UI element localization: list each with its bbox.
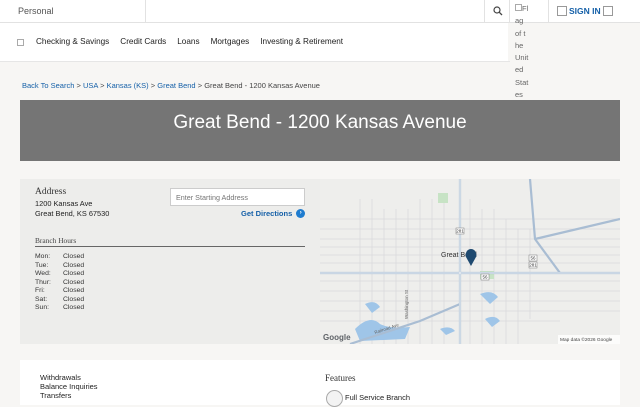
hours-row: Fri: Closed [35,287,84,294]
breadcrumb-separator: > [197,81,203,90]
hours-value: Closed [63,261,85,269]
hours-day: Sun: [35,304,49,311]
broken-image-icon [602,6,613,16]
broken-image-icon [557,6,567,16]
breadcrumb-separator: > [76,81,81,90]
map-canvas[interactable]: 281 56 281 56 Great Bend Washington St R… [320,179,620,344]
branch-info-card: Address 1200 Kansas Ave Great Bend, KS 6… [20,179,320,344]
hours-day: Sat: [35,295,48,303]
sign-in-button[interactable]: SIGN IN [557,6,613,16]
nav-divider [0,61,510,62]
nav-item-loans[interactable]: Loans [177,37,199,46]
hours-row: Tue: Closed [35,262,84,269]
hours-value: Closed [63,304,85,311]
route-label-56b: 56 [482,275,488,280]
get-directions-link[interactable]: Get Directions › [241,209,306,218]
route-label-281: 281 [456,229,464,234]
breadcrumb-kansas[interactable]: Kansas (KS) [107,81,149,90]
search-button[interactable] [484,0,510,23]
search-icon [493,6,503,16]
breadcrumb-great-bend[interactable]: Great Bend [157,81,195,90]
divider [145,0,146,23]
route-label-56: 56 [530,256,536,261]
hours-value: Closed [63,270,85,277]
hours-day: Wed: [35,270,51,277]
main-nav: Checking & Savings Credit Cards Loans Mo… [0,23,508,61]
service-item: Balance Inquiries [40,382,98,391]
hours-row: Sat: Closed [35,296,84,303]
starting-address-input[interactable] [170,188,305,206]
divider [35,246,305,247]
map-street-label: Washington St [404,289,409,319]
hours-row: Thur: Closed [35,279,84,286]
hours-row: Sun: Closed [35,304,84,311]
divider [548,0,549,23]
map-credit[interactable]: Map data ©2026 Google [560,336,613,343]
page-title: Great Bend - 1200 Kansas Avenue [173,112,467,133]
sign-in-label: SIGN IN [569,6,601,16]
breadcrumb-separator: > [150,81,156,90]
address-city: Great Bend, KS 67530 [35,209,110,218]
branch-hours-heading: Branch Hours [35,236,77,245]
nav-menu: Checking & Savings Credit Cards Loans Mo… [36,37,343,46]
get-directions-label: Get Directions [241,209,293,218]
top-utility-bar: Personal SIGN IN [0,0,640,23]
nav-item-investing-retirement[interactable]: Investing & Retirement [260,37,343,46]
hours-value: Closed [63,278,85,286]
nav-item-checking-savings[interactable]: Checking & Savings [36,37,109,46]
arrow-right-icon: › [296,209,306,218]
hours-day: Mon: [35,253,51,260]
hours-day: Thur: [35,278,51,286]
service-item: Withdrawals [40,373,81,382]
feature-item: Full Service Branch [345,393,411,402]
hours-row: Mon: Closed [35,253,84,260]
hours-day: Fri: [35,287,45,294]
nav-item-mortgages[interactable]: Mortgages [211,37,250,46]
bank-building-icon [326,390,343,407]
branch-map[interactable]: 281 56 281 56 Great Bend Washington St R… [320,179,620,344]
page-title-banner: Great Bend - 1200 Kansas Avenue [20,100,620,161]
breadcrumb-usa[interactable]: USA [83,81,98,90]
breadcrumb-separator: > [100,81,105,90]
address-heading: Address [35,187,67,197]
breadcrumb: Back To Search > USA > Kansas (KS) > Gre… [22,81,320,90]
hours-day: Tue: [35,261,49,269]
google-logo[interactable]: Google [323,333,351,342]
hours-row: Wed: Closed [35,270,84,277]
features-heading: Features [325,373,356,383]
hours-value: Closed [63,287,85,294]
broken-image-icon [515,4,522,11]
services-features-card: Withdrawals Balance Inquiries Transfers … [20,360,620,407]
hours-value: Closed [63,253,85,260]
breadcrumb-back-to-search[interactable]: Back To Search [22,81,74,90]
route-label-281b: 281 [529,263,537,268]
logo-broken-image-icon[interactable] [17,39,24,46]
personal-tab[interactable]: Personal [18,6,54,16]
service-item: Transfers [40,391,72,400]
hours-value: Closed [63,295,85,303]
address-street: 1200 Kansas Ave [35,199,93,208]
breadcrumb-current: Great Bend - 1200 Kansas Avenue [204,81,320,90]
nav-item-credit-cards[interactable]: Credit Cards [120,37,166,46]
